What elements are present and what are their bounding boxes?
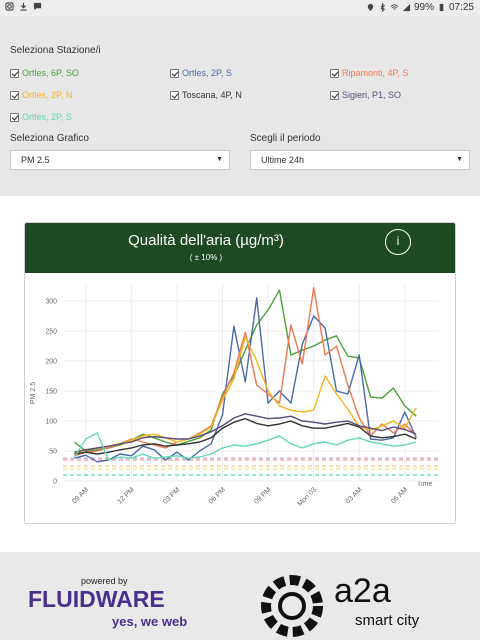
- chart-card: Qualità dell'aria (µg/m³) ( ± 10% ) i PM…: [24, 222, 456, 524]
- checkbox[interactable]: [170, 68, 179, 78]
- y-tick-label: 50: [49, 449, 57, 456]
- checkbox[interactable]: [330, 68, 339, 78]
- station-label: Sigieri, P1, SO: [342, 90, 402, 100]
- wifi-icon: [390, 4, 399, 10]
- status-bar: 99% 07:25: [0, 0, 480, 16]
- clock: 07:25: [448, 2, 474, 13]
- x-tick-label: 06 AM: [390, 486, 409, 505]
- chart-select[interactable]: PM 2.5 ▼: [10, 150, 230, 170]
- station-label: Ortles, 2P, S: [182, 68, 232, 78]
- x-tick-label: 06 PM: [208, 486, 227, 505]
- y-tick-label: 250: [45, 329, 57, 336]
- series-line: [74, 287, 417, 457]
- battery-percent: 99%: [413, 2, 434, 13]
- x-tick-label: 03 AM: [345, 486, 364, 505]
- chart-select-label: Seleziona Grafico: [10, 133, 89, 144]
- signal-icon: [402, 3, 411, 12]
- bluetooth-icon: [380, 3, 385, 12]
- station-label: Ripamonti, 4P, S: [342, 68, 409, 78]
- x-tick-label: Mon 03: [297, 486, 319, 508]
- station-label: Ortles, 2P, N: [22, 90, 73, 100]
- station-label: Toscana, 4P, N: [182, 90, 242, 100]
- filters-panel: Seleziona Stazione/i Ortles, 6P, SO Ortl…: [0, 16, 480, 196]
- station-label: Ortles, 2P, S: [22, 112, 72, 122]
- period-select[interactable]: Ultime 24h ▼: [250, 150, 470, 170]
- checkbox[interactable]: [330, 90, 339, 100]
- powered-by-label: powered by: [81, 576, 128, 586]
- instagram-icon: [5, 2, 14, 11]
- checkbox[interactable]: [170, 90, 179, 100]
- card-title: Qualità dell'aria (µg/m³): [128, 232, 284, 249]
- x-tick-label: 12 PM: [117, 486, 136, 505]
- station-checkbox-6[interactable]: Sigieri, P1, SO: [330, 90, 401, 100]
- series-line: [74, 417, 417, 455]
- y-tick-label: 100: [45, 419, 57, 426]
- y-tick-label: 150: [45, 389, 57, 396]
- info-button[interactable]: i: [385, 229, 411, 255]
- pm-chart: PM 2.5 Time 0 50 100 150 200 250 300 09 AM 12 PM…: [30, 283, 439, 508]
- station-checkbox-5[interactable]: Toscana, 4P, N: [170, 90, 242, 100]
- fluidware-logo: FLUIDWARE: [28, 586, 165, 612]
- x-tick-label: 09 PM: [253, 486, 272, 505]
- checkbox[interactable]: [10, 68, 19, 78]
- card-subtitle: ( ± 10% ): [189, 253, 223, 262]
- y-axis-label: PM 2.5: [30, 382, 37, 404]
- station-checkbox-2[interactable]: Ortles, 2P, S: [170, 68, 232, 78]
- station-checkbox-4[interactable]: Ortles, 2P, N: [10, 90, 72, 100]
- message-icon: [33, 2, 42, 11]
- series-line: [73, 432, 417, 461]
- footer: powered by FLUIDWARE yes, we web a2a sma…: [0, 552, 480, 640]
- checkbox[interactable]: [10, 112, 19, 122]
- time-annotation: Time: [417, 481, 432, 488]
- content-area: Qualità dell'aria (µg/m³) ( ± 10% ) i PM…: [0, 196, 480, 552]
- station-checkbox-7[interactable]: Ortles, 2P, S: [10, 112, 72, 122]
- chevron-down-icon: ▼: [456, 156, 463, 163]
- a2a-tagline: smart city: [355, 612, 420, 629]
- chevron-down-icon: ▼: [216, 156, 223, 163]
- period-select-label: Scegli il periodo: [250, 133, 321, 144]
- y-tick-label: 200: [45, 359, 57, 366]
- a2a-logo-icon: [261, 575, 323, 637]
- chart-select-value: PM 2.5: [21, 155, 50, 165]
- stations-label: Seleziona Stazione/i: [10, 45, 101, 56]
- period-select-value: Ultime 24h: [261, 155, 305, 165]
- x-tick-label: 03 PM: [162, 486, 181, 505]
- fluidware-tagline: yes, we web: [112, 614, 188, 629]
- a2a-logo: a2a: [334, 572, 391, 610]
- card-header: Qualità dell'aria (µg/m³) ( ± 10% ) i: [25, 223, 455, 273]
- y-tick-label: 300: [45, 299, 57, 306]
- battery-icon: [439, 3, 444, 12]
- checkbox[interactable]: [10, 90, 19, 100]
- x-tick-label: 09 AM: [71, 486, 90, 505]
- y-tick-label: 0: [53, 479, 57, 486]
- station-checkbox-3[interactable]: Ripamonti, 4P, S: [330, 68, 408, 78]
- download-icon: [20, 2, 27, 11]
- location-icon: [367, 3, 374, 12]
- station-label: Ortles, 6P, SO: [22, 68, 79, 78]
- station-checkbox-1[interactable]: Ortles, 6P, SO: [10, 68, 79, 78]
